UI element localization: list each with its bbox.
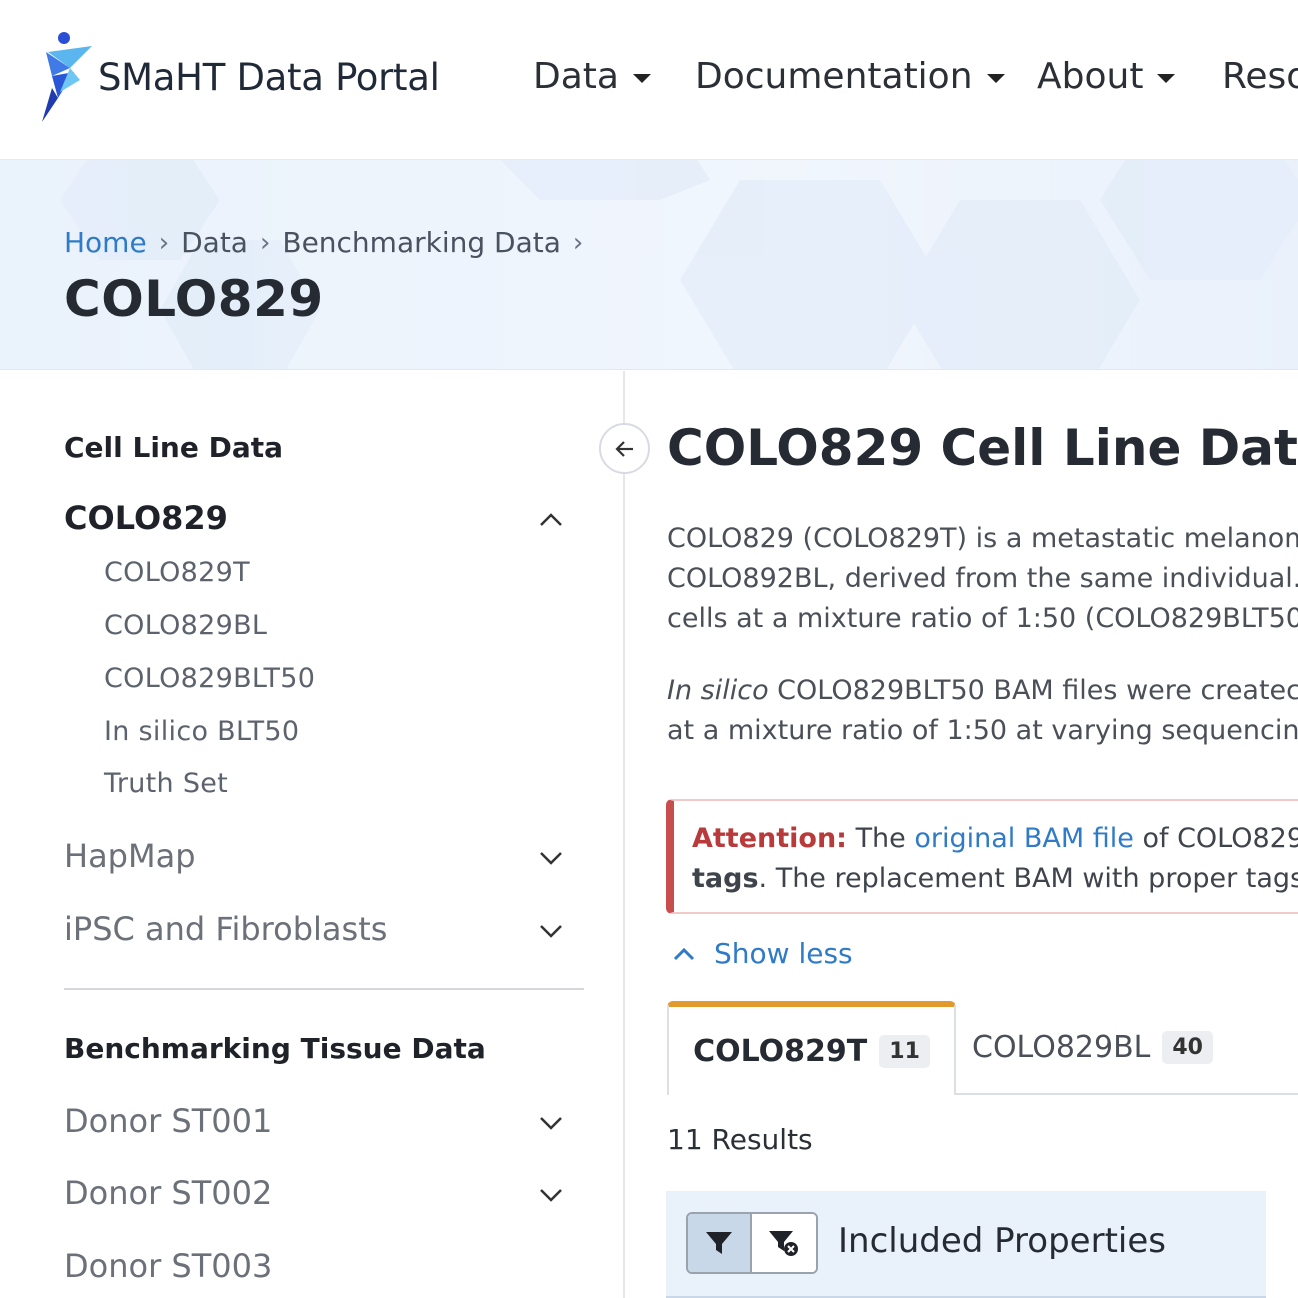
- filter-button[interactable]: [688, 1214, 752, 1272]
- nav-resources-menu[interactable]: Reso: [1222, 56, 1298, 97]
- tab-count-badge: 40: [1162, 1030, 1213, 1064]
- nav-data-label: Data: [533, 56, 619, 97]
- page-title: COLO829: [64, 270, 324, 328]
- original-bam-file-link[interactable]: original BAM file: [914, 823, 1134, 854]
- in-silico-paragraph: In silico COLO829BLT50 BAM files were cr…: [667, 671, 1298, 751]
- sidebar-divider: [64, 988, 584, 990]
- nav-resources-label: Reso: [1222, 56, 1298, 97]
- nav-data-menu[interactable]: Data: [533, 56, 651, 97]
- sidebar-item-in-silico-blt50[interactable]: In silico BLT50: [104, 716, 299, 747]
- tab-label: COLO829BL: [972, 1029, 1151, 1065]
- chevron-down-icon: [540, 925, 562, 938]
- sidebar-group-colo829[interactable]: COLO829: [64, 499, 584, 537]
- caret-down-icon: [986, 74, 1005, 83]
- breadcrumb-data: Data: [181, 226, 248, 259]
- description-paragraph: COLO829 (COLO829T) is a metastatic melan…: [667, 519, 1298, 639]
- description-line: cells at a mixture ratio of 1:50 (COLO82…: [667, 603, 1298, 634]
- sidebar-item-colo829blt50[interactable]: COLO829BLT50: [104, 663, 315, 694]
- nav-about-menu[interactable]: About: [1037, 56, 1176, 97]
- sidebar-group-ipsc[interactable]: iPSC and Fibroblasts: [64, 910, 584, 948]
- cell-line-data-heading: Cell Line Data: [64, 431, 284, 464]
- filter-button-group: [686, 1212, 818, 1274]
- top-navbar: SMaHT Data Portal Data Documentation Abo…: [0, 0, 1298, 160]
- filter-icon: [706, 1232, 732, 1254]
- sidebar-group-donor-st003[interactable]: Donor ST003: [64, 1247, 584, 1285]
- in-silico-italic: In silico: [667, 675, 769, 706]
- sidebar-item-colo829bl[interactable]: COLO829BL: [104, 610, 267, 641]
- included-properties-bar: Included Properties: [666, 1191, 1266, 1298]
- chevron-right-icon: ›: [572, 227, 584, 258]
- sidebar-nav: Cell Line Data COLO829 COLO829T COLO829B…: [0, 371, 625, 1298]
- chevron-up-icon: [673, 947, 695, 960]
- filter-clear-icon: [769, 1231, 798, 1256]
- section-title: COLO829 Cell Line Data: [667, 419, 1298, 477]
- main-content: COLO829 Cell Line Data COLO829 (COLO829T…: [627, 371, 1298, 1298]
- arrow-left-icon: [614, 440, 633, 457]
- description-line: COLO892BL, derived from the same individ…: [667, 563, 1298, 594]
- alert-label: Attention:: [692, 823, 847, 854]
- chevron-down-icon: [540, 1117, 562, 1130]
- alert-text-part: . The replacement BAM with proper tags i: [758, 863, 1298, 894]
- breadcrumb: Home › Data › Benchmarking Data ›: [64, 226, 595, 259]
- in-silico-line2: at a mixture ratio of 1:50 at varying se…: [667, 715, 1298, 746]
- sidebar-group-label: COLO829: [64, 499, 228, 537]
- page-header-banner: Home › Data › Benchmarking Data › COLO82…: [0, 160, 1298, 370]
- show-less-toggle[interactable]: Show less: [672, 937, 853, 970]
- tab-count-badge: 11: [879, 1034, 930, 1068]
- clear-filter-button[interactable]: [752, 1214, 816, 1272]
- chevron-down-icon: [540, 1189, 562, 1202]
- brand-title[interactable]: SMaHT Data Portal: [98, 56, 440, 99]
- sidebar-item-truth-set[interactable]: Truth Set: [104, 768, 228, 799]
- sidebar-group-hapmap[interactable]: HapMap: [64, 837, 584, 875]
- nav-about-label: About: [1037, 56, 1144, 97]
- chevron-up-icon: [540, 513, 562, 526]
- show-less-label: Show less: [714, 937, 853, 970]
- included-properties-label: Included Properties: [838, 1221, 1166, 1261]
- hexagon-pattern: [60, 160, 1298, 369]
- breadcrumb-home-link[interactable]: Home: [64, 226, 147, 259]
- alert-bold-tags: tags: [692, 863, 759, 894]
- caret-down-icon: [1157, 74, 1176, 83]
- chevron-right-icon: ›: [158, 227, 170, 258]
- description-line: COLO829 (COLO829T) is a metastatic melan…: [667, 523, 1298, 554]
- chevron-right-icon: ›: [259, 227, 271, 258]
- tab-label: COLO829T: [693, 1033, 868, 1069]
- chevron-down-icon: [540, 852, 562, 865]
- smaht-logo-icon[interactable]: [30, 28, 100, 128]
- tab-colo829t[interactable]: COLO829T 11: [667, 1001, 956, 1095]
- sidebar-group-donor-st001[interactable]: Donor ST001: [64, 1102, 584, 1140]
- collapse-sidebar-button[interactable]: [599, 423, 650, 474]
- in-silico-line1: COLO829BLT50 BAM files were createc: [768, 675, 1298, 706]
- alert-text-part: The: [846, 823, 915, 854]
- nav-documentation-label: Documentation: [695, 56, 973, 97]
- sidebar-group-donor-st002[interactable]: Donor ST002: [64, 1174, 584, 1212]
- sidebar-group-label: Donor ST002: [64, 1174, 273, 1212]
- sidebar-group-label: Donor ST003: [64, 1247, 273, 1285]
- attention-alert: Attention: The original BAM file of COLO…: [666, 799, 1298, 914]
- alert-text-part: of COLO829-T: [1142, 823, 1298, 854]
- alert-text: Attention: The original BAM file of COLO…: [692, 819, 1298, 899]
- tab-colo829bl[interactable]: COLO829BL 40: [972, 1011, 1213, 1083]
- sidebar-group-label: iPSC and Fibroblasts: [64, 910, 388, 948]
- nav-documentation-menu[interactable]: Documentation: [695, 56, 1005, 97]
- breadcrumb-benchmarking: Benchmarking Data: [282, 226, 561, 259]
- sidebar-group-label: HapMap: [64, 837, 196, 875]
- sidebar-item-colo829t[interactable]: COLO829T: [104, 557, 250, 588]
- tissue-data-heading: Benchmarking Tissue Data: [64, 1032, 486, 1065]
- results-count: 11 Results: [667, 1123, 813, 1156]
- sidebar-group-label: Donor ST001: [64, 1102, 273, 1140]
- caret-down-icon: [632, 74, 651, 83]
